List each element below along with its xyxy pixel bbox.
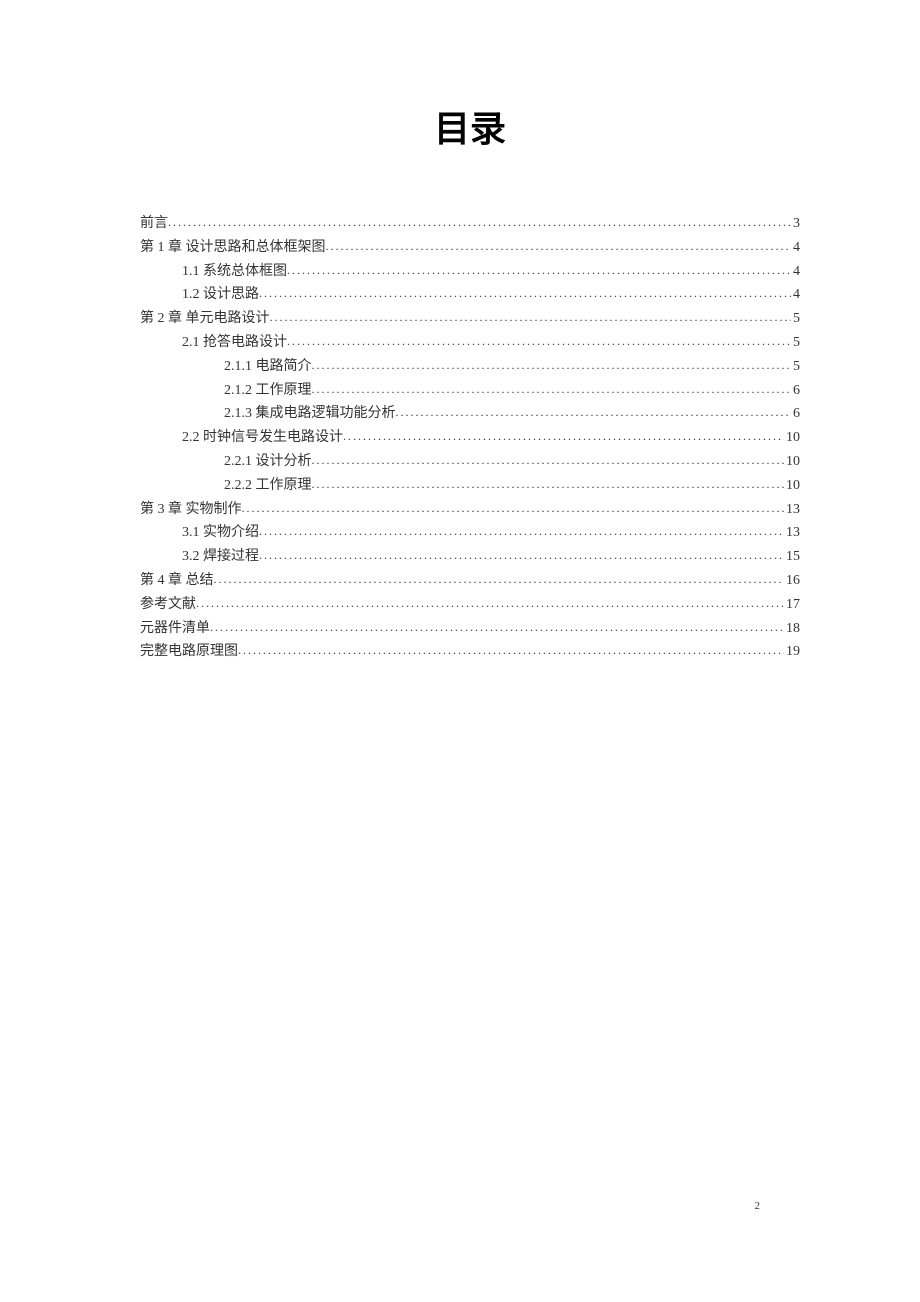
toc-page-number: 6	[791, 379, 800, 403]
toc-label: 3.1 实物介绍	[182, 521, 259, 545]
toc-entry: 2.1.1 电路简介 5	[140, 355, 800, 379]
page-title: 目录	[140, 100, 800, 152]
toc-label: 2.1.2 工作原理	[224, 379, 312, 403]
toc-leader-dots	[343, 426, 784, 446]
toc-page-number: 5	[791, 355, 800, 379]
toc-leader-dots	[270, 307, 792, 327]
toc-leader-dots	[312, 474, 785, 494]
toc-leader-dots	[242, 498, 785, 518]
toc-leader-dots	[326, 236, 792, 256]
toc-leader-dots	[259, 283, 791, 303]
toc-entry: 完整电路原理图 19	[140, 640, 800, 664]
toc-label: 第 2 章 单元电路设计	[140, 307, 270, 331]
toc-entry: 2.1.2 工作原理 6	[140, 379, 800, 403]
toc-leader-dots	[214, 569, 785, 589]
toc-page-number: 19	[784, 640, 800, 664]
toc-label: 第 4 章 总结	[140, 569, 214, 593]
toc-label: 元器件清单	[140, 617, 210, 641]
toc-page-number: 13	[784, 521, 800, 545]
toc-entry: 前言 3	[140, 212, 800, 236]
toc-page-number: 10	[784, 426, 800, 450]
toc-leader-dots	[287, 331, 791, 351]
toc-label: 2.1.3 集成电路逻辑功能分析	[224, 402, 396, 426]
toc-label: 第 1 章 设计思路和总体框架图	[140, 236, 326, 260]
toc-page-number: 5	[791, 331, 800, 355]
toc-leader-dots	[259, 521, 784, 541]
toc-entry: 3.2 焊接过程 15	[140, 545, 800, 569]
toc-page-number: 4	[791, 236, 800, 260]
toc-entry: 2.2 时钟信号发生电路设计 10	[140, 426, 800, 450]
toc-label: 2.2.1 设计分析	[224, 450, 312, 474]
toc-entry: 1.1 系统总体框图 4	[140, 260, 800, 284]
toc-page-number: 4	[791, 260, 800, 284]
toc-page-number: 13	[784, 498, 800, 522]
toc-leader-dots	[196, 593, 784, 613]
toc-page-number: 17	[784, 593, 800, 617]
toc-label: 2.1 抢答电路设计	[182, 331, 287, 355]
toc-leader-dots	[312, 450, 785, 470]
toc-page-number: 15	[784, 545, 800, 569]
toc-page-number: 6	[791, 402, 800, 426]
toc-entry: 第 1 章 设计思路和总体框架图 4	[140, 236, 800, 260]
toc-leader-dots	[168, 212, 791, 232]
toc-label: 1.2 设计思路	[182, 283, 259, 307]
toc-entry: 3.1 实物介绍 13	[140, 521, 800, 545]
toc-entry: 第 4 章 总结 16	[140, 569, 800, 593]
page-number: 2	[755, 1200, 761, 1212]
toc-entry: 2.1.3 集成电路逻辑功能分析 6	[140, 402, 800, 426]
toc-leader-dots	[396, 402, 792, 422]
toc-entry: 2.1 抢答电路设计 5	[140, 331, 800, 355]
toc-entry: 参考文献 17	[140, 593, 800, 617]
toc-page-number: 4	[791, 283, 800, 307]
toc-page-number: 10	[784, 450, 800, 474]
toc-entry: 2.2.2 工作原理 10	[140, 474, 800, 498]
toc-label: 参考文献	[140, 593, 196, 617]
document-page: 目录 前言3第 1 章 设计思路和总体框架图41.1 系统总体框图41.2 设计…	[0, 0, 920, 664]
table-of-contents: 前言 3 第 1 章 设计思路和总体框架图 4 1.1 系统总体框图 4 1.2 设计思路 4…	[140, 212, 800, 664]
toc-entry: 第 3 章 实物制作 13	[140, 498, 800, 522]
toc-page-number: 5	[791, 307, 800, 331]
toc-leader-dots	[238, 640, 784, 660]
toc-leader-dots	[287, 260, 791, 280]
toc-label: 3.2 焊接过程	[182, 545, 259, 569]
toc-label: 2.2.2 工作原理	[224, 474, 312, 498]
toc-label: 2.1.1 电路简介	[224, 355, 312, 379]
toc-leader-dots	[312, 355, 792, 375]
toc-label: 第 3 章 实物制作	[140, 498, 242, 522]
toc-entry: 第 2 章 单元电路设计 5	[140, 307, 800, 331]
toc-page-number: 18	[784, 617, 800, 641]
toc-label: 完整电路原理图	[140, 640, 238, 664]
toc-leader-dots	[312, 379, 792, 399]
toc-entry: 元器件清单 18	[140, 617, 800, 641]
toc-page-number: 16	[784, 569, 800, 593]
toc-leader-dots	[210, 617, 784, 637]
toc-entry: 2.2.1 设计分析 10	[140, 450, 800, 474]
toc-leader-dots	[259, 545, 784, 565]
toc-page-number: 3	[791, 212, 800, 236]
toc-label: 2.2 时钟信号发生电路设计	[182, 426, 343, 450]
toc-label: 前言	[140, 212, 168, 236]
toc-label: 1.1 系统总体框图	[182, 260, 287, 284]
toc-entry: 1.2 设计思路 4	[140, 283, 800, 307]
toc-page-number: 10	[784, 474, 800, 498]
